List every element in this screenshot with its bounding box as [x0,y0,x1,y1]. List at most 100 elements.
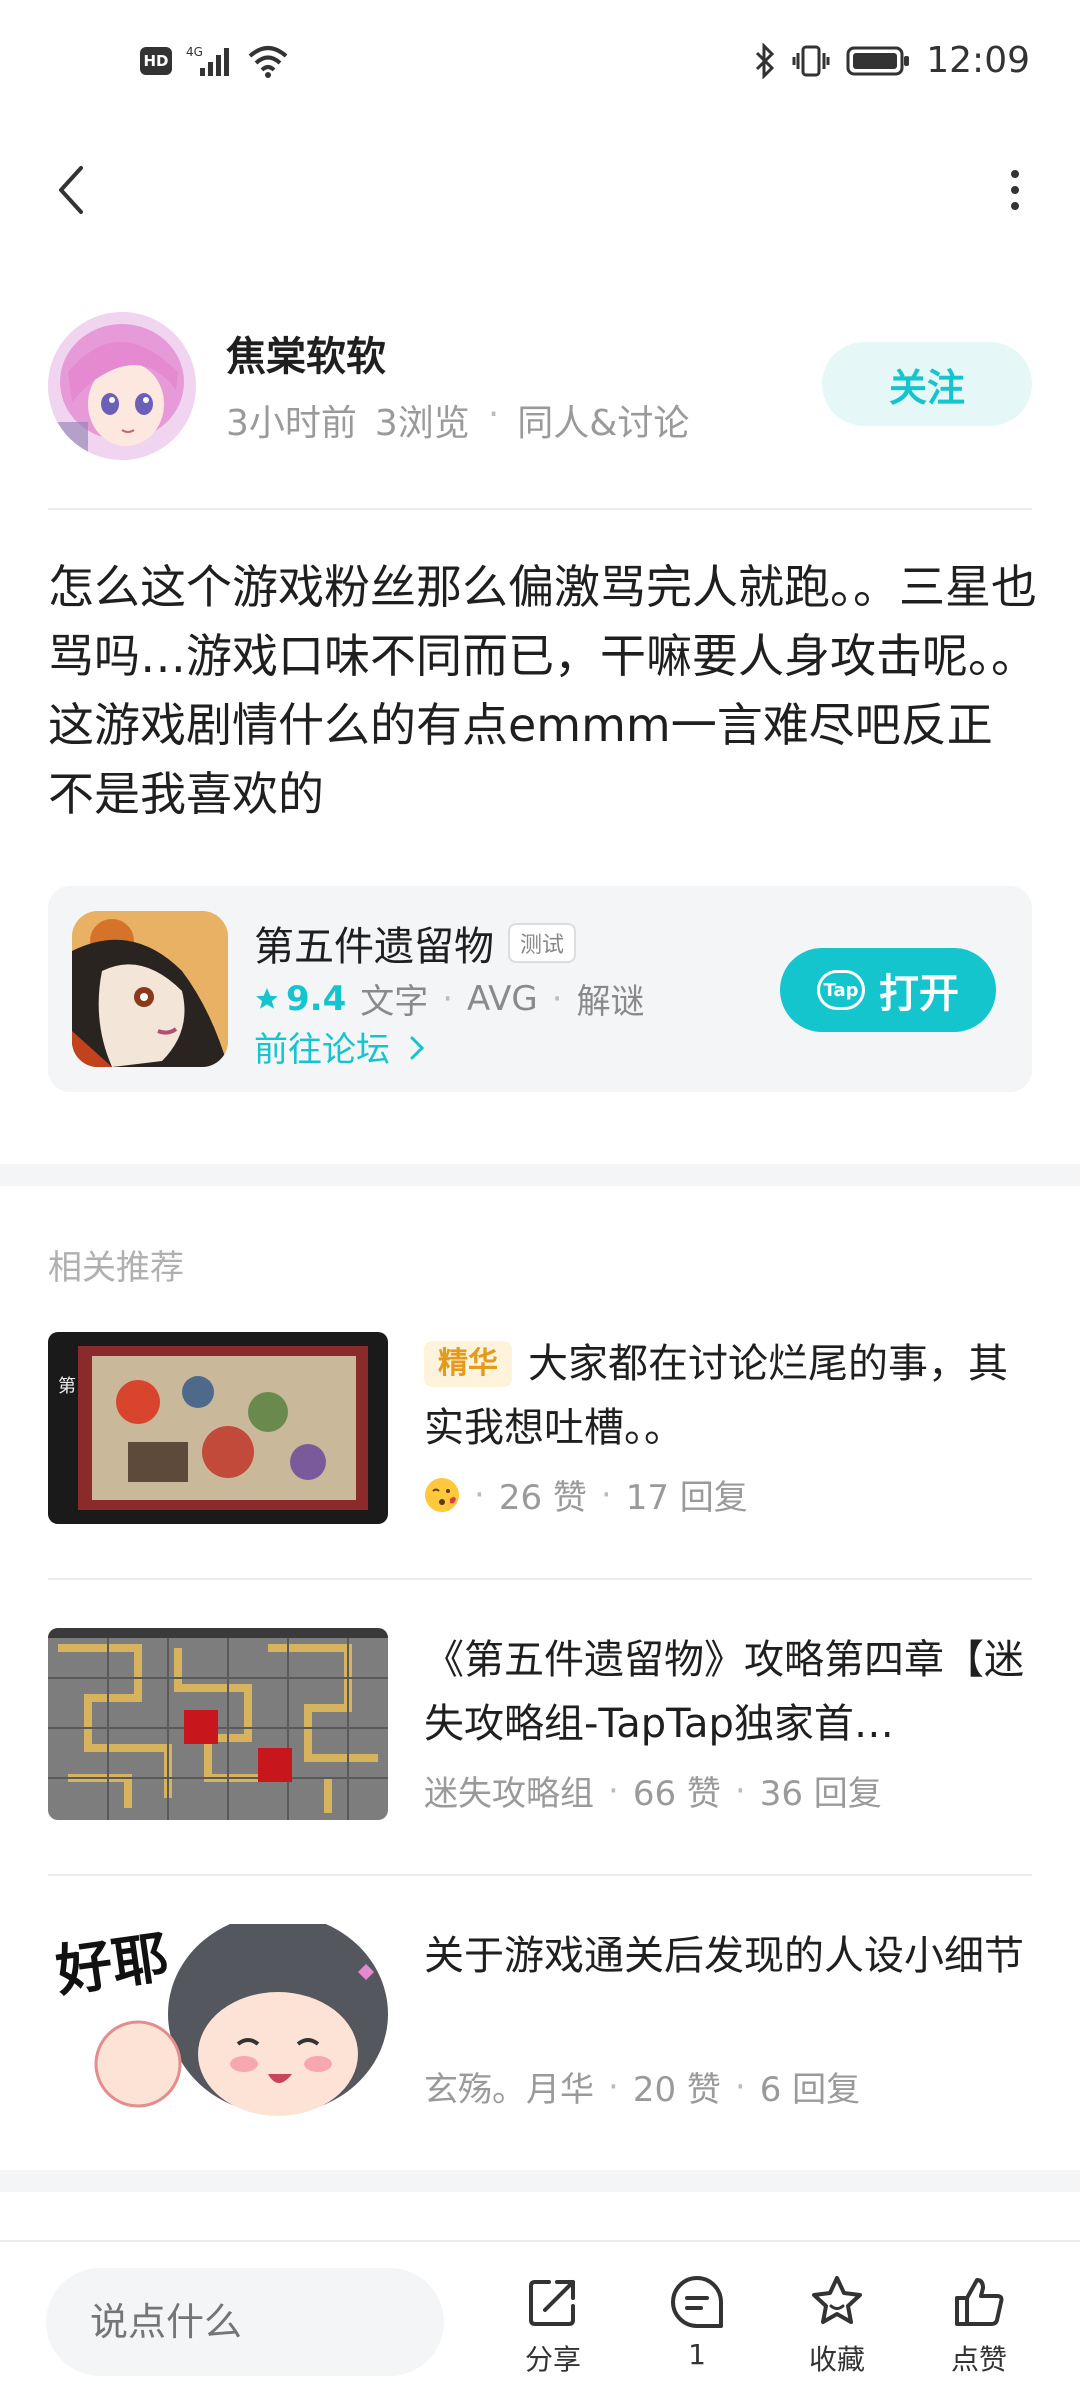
game-tag: 解谜 [576,982,645,1022]
post-views: 3浏览 [374,403,470,444]
vibrate-icon [792,45,830,76]
post-thumbnail [48,1628,388,1820]
game-tag: 文字 [360,982,429,1022]
meta-separator: · [734,1770,746,1811]
game-cover-image [72,911,228,1067]
taptap-logo-icon: Tap [817,970,865,1010]
thumbs-up-icon [955,2278,1004,2326]
follow-button[interactable]: 关注 [822,342,1032,426]
open-label: 打开 [879,971,959,1017]
post-author: 迷失攻略组 [424,1774,594,1814]
back-button[interactable] [40,158,100,222]
more-options-button[interactable] [990,158,1040,222]
comment-button[interactable]: 1 [642,2272,752,2392]
favorite-button[interactable]: 收藏 [782,2272,892,2392]
svg-text:4G: 4G [186,45,203,59]
chevron-right-icon [410,1036,424,1060]
section-separator [0,1164,1080,1186]
post-body: 怎么这个游戏粉丝那么偏激骂完人就跑。。三星也骂吗…游戏口味不同而已，干嘛要人身攻… [48,560,1037,821]
like-count: 66 赞 [632,1774,721,1814]
post-meta: 玄殇。月华 · 20 赞 · 6 回复 [424,2062,860,2111]
featured-badge: 精华 [424,1341,512,1387]
bluetooth-icon [756,42,775,79]
tag-separator: · [551,978,563,1019]
meta-separator: · [474,1474,485,1515]
post-thumbnail: 好耶 [48,1924,388,2116]
star-icon [256,987,278,1009]
thumbnail-image: 第 [48,1332,388,1524]
post-category[interactable]: 同人&讨论 [517,394,689,446]
game-tag: AVG [467,978,538,1019]
share-icon [529,2280,575,2326]
list-item[interactable]: 第 精华 大家都在讨论烂尾的事，其实我想吐槽。。 · 26 赞 · 17 回复 [48,1332,1032,1528]
post-thumbnail: 第 [48,1332,388,1524]
game-card[interactable]: 第五件遗留物 测试 9.4 文字 · AVG · 解谜 前往论坛 Tap 打开 [48,886,1032,1092]
like-label: 点赞 [950,2343,1007,2376]
hd-badge: HD [140,47,172,75]
reply-count: 6 回复 [759,2070,861,2110]
more-dots-icon [1011,170,1019,178]
comment-count: 1 [688,2338,706,2371]
status-bar: HD 4G 12:09 [0,0,1080,130]
meta-separator: · [608,1770,619,1811]
avatar[interactable] [48,312,196,460]
like-button[interactable]: 点赞 [924,2272,1034,2392]
star-outline-icon [812,2276,862,2324]
wifi-icon [248,46,288,78]
reply-count: 17 回复 [625,1478,748,1518]
related-section-title: 相关推荐 [48,1248,184,1288]
share-label: 分享 [524,2343,581,2376]
top-bar [0,150,1080,230]
meta-separator: · [734,2066,746,2107]
reply-count: 36 回复 [759,1774,882,1814]
thumbnail-image [48,1628,388,1820]
forum-link[interactable]: 前往论坛 [254,1022,425,1071]
divider [48,1578,1032,1580]
kissing-emoji-icon [425,1477,459,1512]
more-dot [1011,202,1019,210]
status-bar-right: 12:09 [754,40,1030,81]
post-meta: · 26 赞 · 17 回复 [424,1470,748,1519]
battery-icon [846,46,910,75]
game-name[interactable]: 第五件遗留物 [254,914,494,972]
game-name-row: 第五件遗留物 测试 [254,914,577,972]
svg-text:第: 第 [58,1376,76,1397]
post-time: 3小时前 [226,403,357,444]
game-meta: 9.4 文字 · AVG · 解谜 [254,974,645,1023]
tag-separator: · [442,978,454,1019]
avatar-image [48,312,196,460]
section-separator [0,2170,1080,2192]
clock: 12:09 [926,40,1030,81]
post-meta: 迷失攻略组 · 66 赞 · 36 回复 [424,1766,882,1815]
cellular-signal-icon: 4G [186,45,229,76]
divider [48,1874,1032,1876]
post-title: 精华 大家都在讨论烂尾的事，其实我想吐槽。。 [424,1332,1024,1460]
author-name[interactable]: 焦棠软软 [226,324,386,382]
bottom-action-bar: 分享 1 收藏 点赞 [0,2240,1080,2400]
rating-value: 9.4 [286,978,347,1019]
comment-icon [671,2276,723,2328]
status-bar-left: HD 4G [140,44,290,78]
test-badge: 测试 [508,923,577,963]
like-count: 20 赞 [632,2070,721,2110]
open-game-button[interactable]: Tap 打开 [780,948,996,1032]
meta-separator: · [487,394,500,435]
post-title: 关于游戏通关后发现的人设小细节 [424,1933,1024,1979]
more-dot [1011,186,1019,194]
list-item[interactable]: 《第五件遗留物》攻略第四章【迷失攻略组-TapTap独家首… 迷失攻略组 · 6… [48,1628,1032,1824]
game-rating: 9.4 [254,979,346,1019]
meta-separator: · [600,1474,612,1515]
forum-link-label: 前往论坛 [254,1030,390,1070]
thumbnail-image: 好耶 [48,1924,388,2116]
divider [48,508,1032,510]
share-button[interactable]: 分享 [498,2272,608,2392]
post-meta: 3小时前 3浏览 · 同人&讨论 [226,394,689,446]
list-item[interactable]: 好耶 关于游戏通关后发现的人设小细节 玄殇。月华 · 20 赞 · 6 回复 [48,1924,1032,2120]
meta-separator: · [608,2066,619,2107]
chevron-left-icon [59,166,83,214]
comment-input[interactable] [46,2268,444,2376]
author-row: 焦棠软软 3小时前 3浏览 · 同人&讨论 关注 [48,312,1032,462]
post-title: 《第五件遗留物》攻略第四章【迷失攻略组-TapTap独家首… [424,1637,1024,1747]
like-count: 26 赞 [498,1478,587,1518]
game-icon[interactable] [72,911,228,1067]
